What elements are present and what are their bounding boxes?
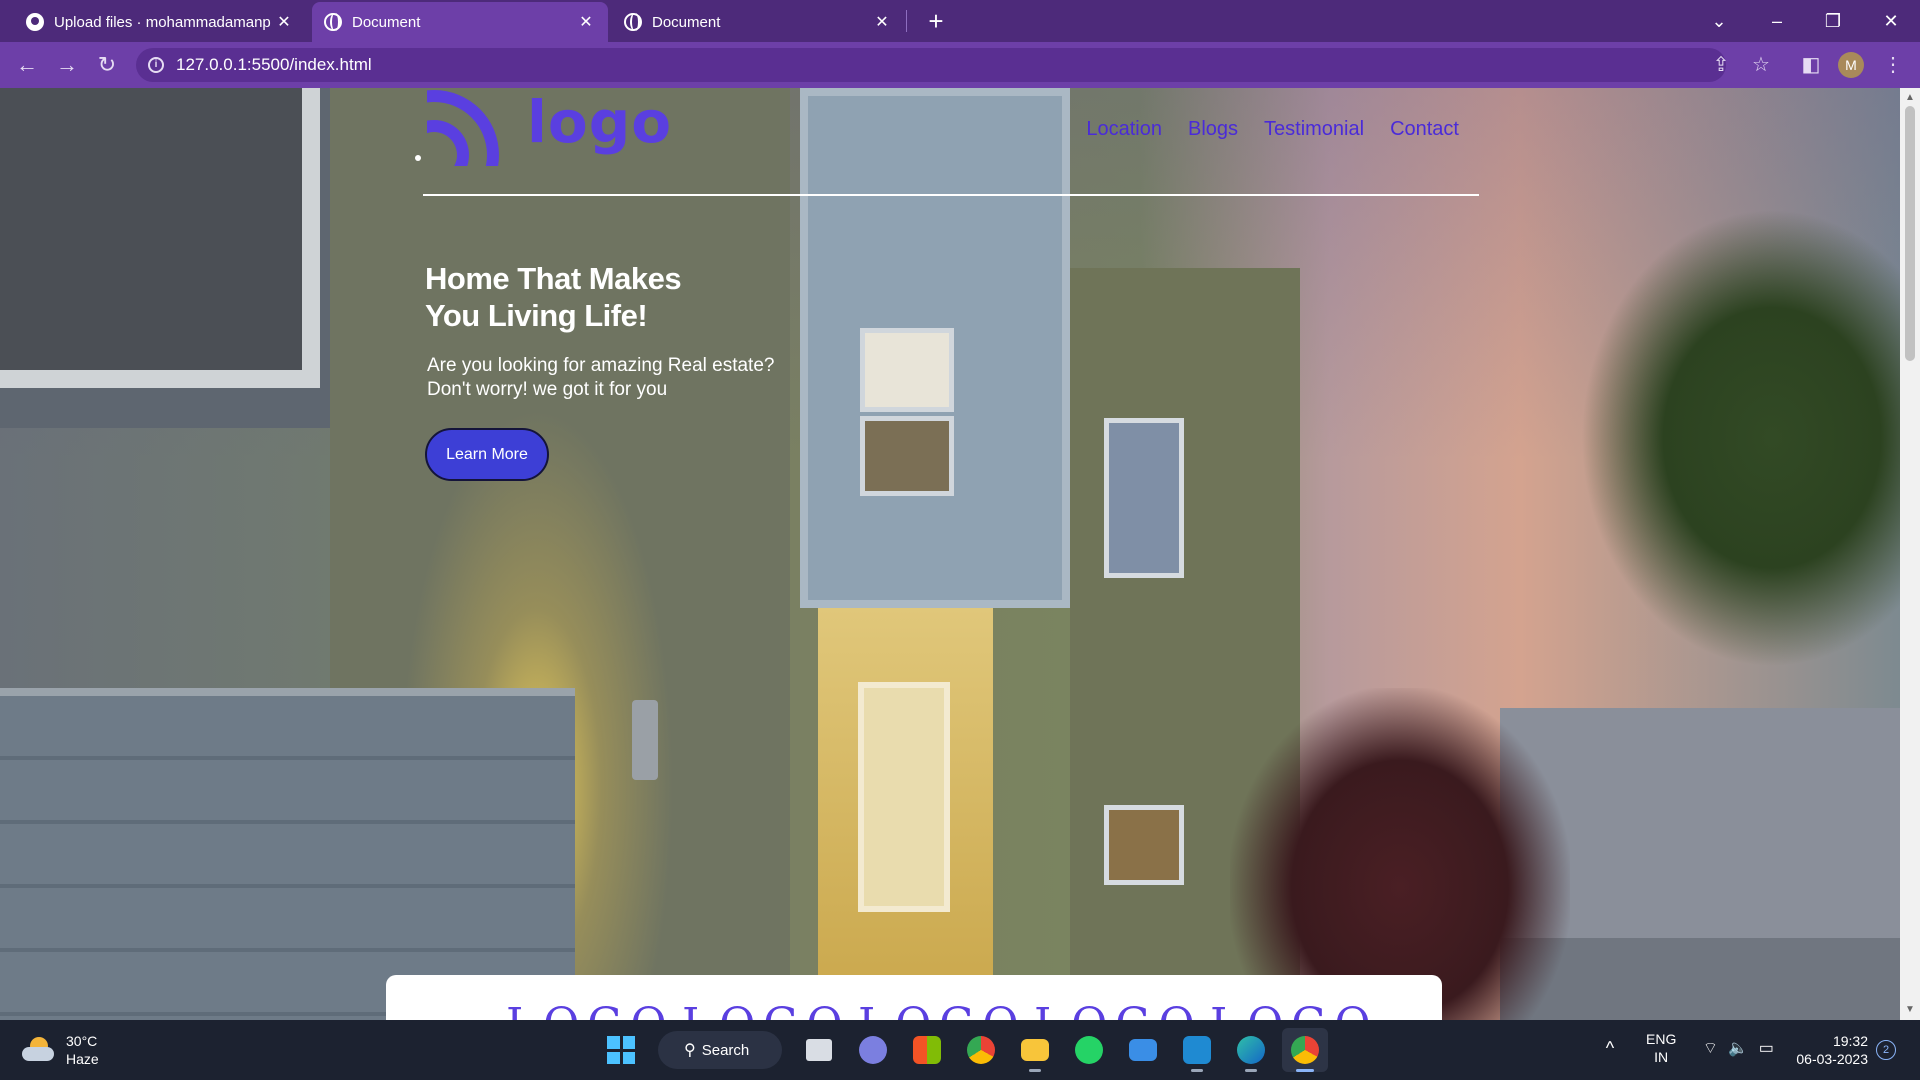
wifi-icon[interactable]: ⌔ <box>1696 1038 1724 1058</box>
new-tab-button[interactable]: + <box>922 6 950 36</box>
mail-icon[interactable] <box>1120 1028 1166 1072</box>
menu-kebab-icon[interactable]: ⋮ <box>1878 50 1908 80</box>
nav-link-location[interactable]: Location <box>1086 118 1162 141</box>
bg-tree <box>1580 208 1900 668</box>
main-nav: Location Blogs Testimonial Contact <box>1086 118 1459 141</box>
tab-document[interactable]: Document ✕ <box>612 2 904 42</box>
logo-dot <box>415 155 421 161</box>
close-tab-icon[interactable]: ✕ <box>274 12 294 32</box>
vscode-icon[interactable] <box>1174 1028 1220 1072</box>
task-view-icon[interactable] <box>796 1028 842 1072</box>
forward-icon[interactable]: → <box>52 50 82 80</box>
scroll-down-icon[interactable]: ▼ <box>1900 1002 1920 1018</box>
clock-time: 19:32 <box>1832 1033 1868 1049</box>
taskbar: 30°C Haze ⚲ Search ^ ENG IN ⌔ 🔈 ▭ 19:32 … <box>0 1020 1920 1080</box>
notification-badge[interactable]: 2 <box>1876 1040 1896 1060</box>
close-tab-icon[interactable]: ✕ <box>872 12 892 32</box>
hero-title: Home That Makes You Living Life! <box>425 261 682 333</box>
partner-logo: LOGO <box>1210 999 1379 1020</box>
system-tray: ^ ENG IN ⌔ 🔈 ▭ <box>1596 1030 1780 1066</box>
haze-weather-icon <box>22 1037 56 1063</box>
tab-title: Upload files · mohammadamanp <box>54 13 271 31</box>
partner-logo: LOGO <box>1034 999 1203 1020</box>
file-explorer-icon[interactable] <box>1012 1028 1058 1072</box>
globe-icon <box>624 13 642 31</box>
nav-link-contact[interactable]: Contact <box>1390 118 1459 141</box>
bg-window <box>1104 418 1184 578</box>
tab-upload-files[interactable]: Upload files · mohammadamanp ✕ <box>14 2 306 42</box>
minimize-button[interactable]: – <box>1752 0 1802 42</box>
edge-icon[interactable] <box>1228 1028 1274 1072</box>
battery-icon[interactable]: ▭ <box>1752 1038 1780 1058</box>
chrome-profile-icon[interactable] <box>1282 1028 1328 1072</box>
nav-link-testimonial[interactable]: Testimonial <box>1264 118 1364 141</box>
tab-title: Document <box>352 13 421 31</box>
tab-search-icon[interactable]: ⌄ <box>1694 0 1744 42</box>
whatsapp-icon[interactable] <box>1066 1028 1112 1072</box>
close-tab-icon[interactable]: ✕ <box>576 12 596 32</box>
partner-logo: LOGO <box>506 999 675 1020</box>
logo-text: logo <box>527 88 673 156</box>
scrollbar-thumb[interactable] <box>1905 106 1915 361</box>
restore-button[interactable]: ❐ <box>1808 0 1858 42</box>
clock[interactable]: 19:32 06-03-2023 <box>1784 1032 1868 1068</box>
learn-more-button[interactable]: Learn More <box>425 428 549 481</box>
tab-bar: Upload files · mohammadamanp ✕ Document … <box>0 0 1920 42</box>
volume-icon[interactable]: 🔈 <box>1724 1038 1752 1058</box>
tab-separator <box>906 10 907 32</box>
partner-logo: LOGO <box>682 999 851 1020</box>
partner-logo: LOGO <box>858 999 1027 1020</box>
hero-subtitle: Are you looking for amazing Real estate?… <box>427 355 775 400</box>
site-header: logo Location Blogs Testimonial Contact <box>415 88 1479 196</box>
url-input[interactable]: i 127.0.0.1:5500/index.html <box>136 48 1726 82</box>
bookmark-star-icon[interactable]: ☆ <box>1746 50 1776 80</box>
region-code: IN <box>1654 1049 1669 1065</box>
weather-condition: Haze <box>66 1051 99 1067</box>
weather-widget[interactable]: 30°C Haze <box>22 1032 99 1068</box>
weather-temp: 30°C <box>66 1033 98 1049</box>
bg-window <box>0 88 320 388</box>
bg-shrub <box>1230 688 1570 1020</box>
close-window-button[interactable]: ✕ <box>1866 0 1916 42</box>
site-logo[interactable]: logo <box>415 88 673 166</box>
scroll-up-icon[interactable]: ▲ <box>1900 90 1920 106</box>
wifi-arc-logo-icon <box>427 88 507 166</box>
reload-icon[interactable]: ↻ <box>92 50 122 80</box>
side-panel-icon[interactable]: ◧ <box>1796 50 1826 80</box>
address-bar-row: ← → ↻ i 127.0.0.1:5500/index.html ⇪ ☆ ◧ … <box>0 42 1920 88</box>
share-icon[interactable]: ⇪ <box>1706 50 1736 80</box>
search-icon: ⚲ <box>684 1042 696 1059</box>
bg-wall-lamp <box>632 700 658 780</box>
chrome-icon[interactable] <box>958 1028 1004 1072</box>
clock-date: 06-03-2023 <box>1796 1051 1868 1067</box>
nav-link-blogs[interactable]: Blogs <box>1188 118 1238 141</box>
profile-avatar[interactable]: M <box>1838 52 1864 78</box>
search-label: Search <box>701 1041 750 1059</box>
hero-section: Home That Makes You Living Life! Are you… <box>425 260 885 481</box>
show-hidden-icons-chevron-icon[interactable]: ^ <box>1596 1038 1624 1059</box>
language-code: ENG <box>1646 1031 1677 1047</box>
page-viewport: logo Location Blogs Testimonial Contact … <box>0 88 1900 1020</box>
bg-garage-door <box>0 688 575 1020</box>
language-indicator[interactable]: ENG IN <box>1646 1030 1676 1066</box>
site-info-icon[interactable]: i <box>148 57 164 73</box>
bg-front-door <box>858 682 950 912</box>
windows-start-icon[interactable] <box>598 1028 644 1072</box>
store-icon[interactable] <box>904 1028 950 1072</box>
tab-document-active[interactable]: Document ✕ <box>312 2 608 42</box>
bg-window <box>1104 805 1184 885</box>
partner-logos-strip: LOGO LOGO LOGO LOGO LOGO <box>386 975 1442 1020</box>
vertical-scrollbar[interactable]: ▲ ▼ <box>1900 88 1920 1020</box>
taskbar-apps: ⚲ Search <box>598 1028 1328 1072</box>
back-icon[interactable]: ← <box>12 50 42 80</box>
github-icon <box>26 13 44 31</box>
url-text: 127.0.0.1:5500/index.html <box>176 55 372 74</box>
teams-chat-icon[interactable] <box>850 1028 896 1072</box>
taskbar-search[interactable]: ⚲ Search <box>658 1031 782 1069</box>
tab-title: Document <box>652 13 721 31</box>
globe-icon <box>324 13 342 31</box>
